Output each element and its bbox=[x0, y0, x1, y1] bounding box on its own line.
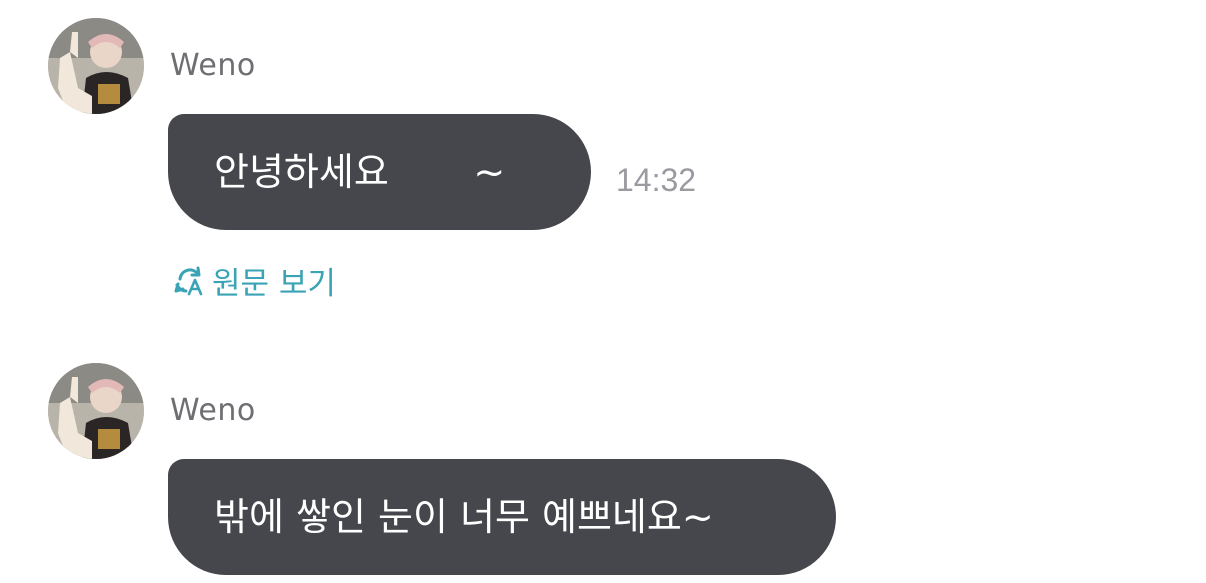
avatar[interactable] bbox=[48, 363, 144, 459]
view-original-label: 원문 보기 bbox=[212, 266, 336, 302]
view-original-link[interactable]: 원문 보기 bbox=[172, 258, 336, 303]
message-bubble[interactable]: 밖에 쌓인 눈이 너무 예쁘네요~ bbox=[168, 459, 836, 575]
chat-view: Weno 안녕하세요 ~ 14:32 원문 보기 Weno 밖에 쌓인 눈이 너… bbox=[0, 0, 1206, 583]
sender-name: Weno bbox=[170, 393, 256, 428]
message-text: 안녕하세요 ~ bbox=[214, 150, 506, 194]
message-bubble[interactable]: 안녕하세요 ~ bbox=[168, 114, 591, 230]
message-text: 밖에 쌓인 눈이 너무 예쁘네요~ bbox=[214, 495, 714, 539]
sender-name: Weno bbox=[170, 48, 256, 83]
translate-refresh-icon bbox=[174, 266, 203, 295]
message-time: 14:32 bbox=[616, 162, 697, 198]
avatar[interactable] bbox=[48, 18, 144, 114]
